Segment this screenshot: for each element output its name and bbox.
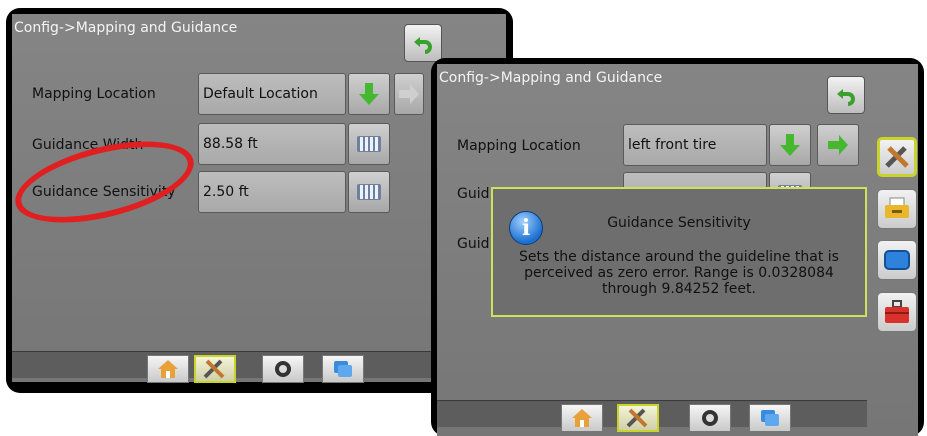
home-icon [158,360,178,378]
tools-icon [203,359,225,379]
mapping-location-next-button[interactable] [817,124,859,166]
mapping-location-value[interactable]: Default Location [198,73,346,115]
nav-layers-button[interactable] [322,355,364,383]
display-icon [884,250,910,270]
back-button[interactable] [404,24,442,62]
back-button[interactable] [827,76,865,114]
bottom-nav-bar [437,400,867,432]
down-arrow-icon [359,83,379,105]
nav-tools-button[interactable] [617,404,659,432]
guidance-width-label: Guid [457,186,490,202]
mapping-location-down-button[interactable] [348,73,390,115]
dialog-title: Guidance Sensitivity [607,215,751,231]
home-icon [572,409,592,427]
mapping-location-down-button[interactable] [769,124,811,166]
guidance-sensitivity-value[interactable]: 2.50 ft [198,171,346,213]
page-title: Config->Mapping and Guidance [439,70,663,86]
right-arrow-icon [828,135,848,155]
nav-home-button[interactable] [561,404,603,432]
nav-gauge-button[interactable] [689,404,731,432]
keyboard-icon [357,184,381,200]
mapping-location-label: Mapping Location [457,138,581,154]
nav-gauge-button[interactable] [262,355,304,383]
nav-home-button[interactable] [147,355,189,383]
right-arrow-icon [399,84,419,104]
guidance-width-keyboard-button[interactable] [348,123,390,165]
info-dialog[interactable]: i Guidance Sensitivity Sets the distance… [491,187,867,317]
back-arrow-icon [837,89,855,106]
mapping-location-value[interactable]: left front tire [623,124,767,166]
down-arrow-icon [780,134,800,156]
back-arrow-icon [414,37,432,54]
tools-icon [626,408,648,428]
guidance-width-value[interactable]: 88.58 ft [198,123,346,165]
side-tools-button[interactable] [877,137,917,177]
mapping-location-label: Mapping Location [32,86,156,102]
side-printer-button[interactable] [877,189,917,229]
side-toolbox-button[interactable] [877,292,917,332]
printer-icon [885,197,909,218]
keyboard-icon [357,136,381,152]
layers-icon [334,361,352,377]
page-title: Config->Mapping and Guidance [14,20,238,36]
gauge-icon [702,410,718,426]
tools-icon [885,146,909,168]
nav-layers-button[interactable] [749,404,791,432]
nav-tools-button[interactable] [194,355,236,383]
dialog-message: Sets the distance around the guideline t… [519,249,839,297]
layers-icon [761,410,779,426]
toolbox-icon [885,300,909,323]
mapping-location-next-button[interactable] [394,73,424,115]
gauge-icon [275,361,291,377]
guidance-sensitivity-keyboard-button[interactable] [348,171,390,213]
guidance-sensitivity-label: Guid [457,236,490,252]
side-display-button[interactable] [877,240,917,280]
